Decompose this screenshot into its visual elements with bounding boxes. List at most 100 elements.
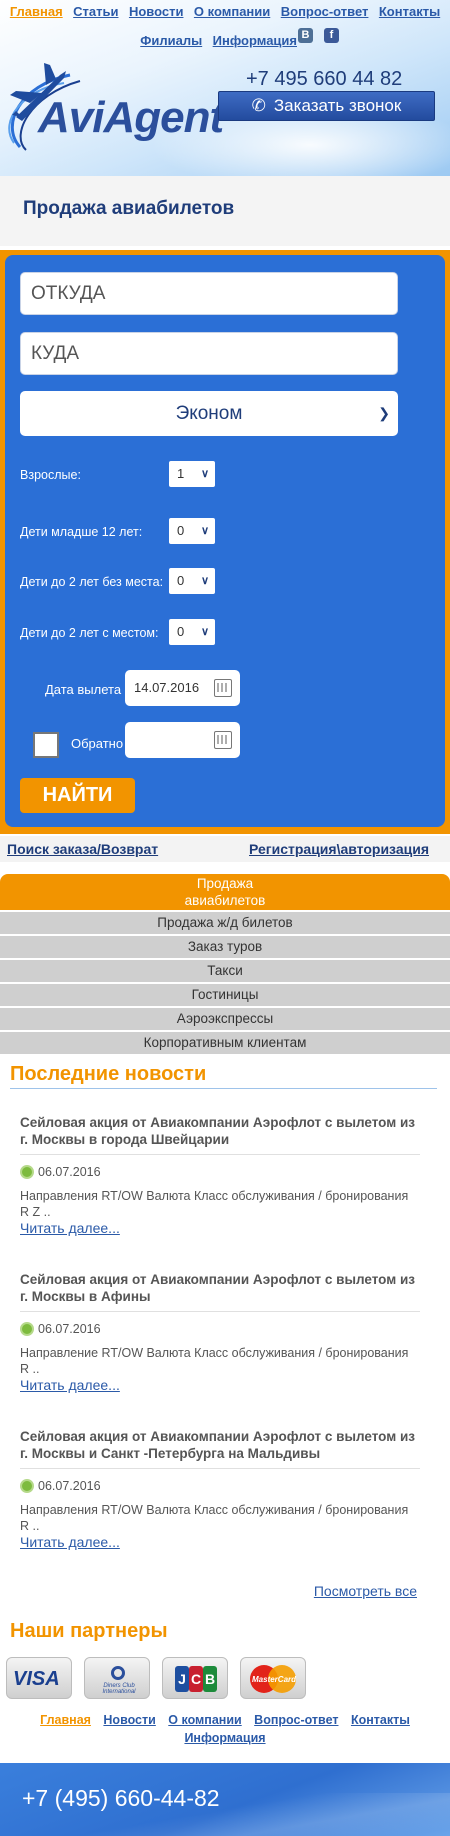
calendar-icon[interactable] — [214, 731, 232, 749]
diners-club-icon — [111, 1666, 125, 1680]
news-item-text: Направления RT/OW Валюта Класс обслужива… — [20, 1189, 409, 1219]
order-search-link[interactable]: Поиск заказа/Возврат — [7, 841, 158, 857]
footer: +7 (495) 660-44-82 — [0, 1763, 450, 1836]
news-title: Последние новости — [10, 1063, 207, 1085]
children-value: 0 — [177, 523, 185, 538]
return-date-input[interactable] — [125, 722, 240, 758]
news-item-date: 06.07.2016 — [20, 1321, 420, 1337]
jcb-logo[interactable]: JCB — [162, 1657, 228, 1699]
footer-nav-contacts[interactable]: Контакты — [351, 1713, 410, 1727]
children-label: Дети младше 12 лет: — [20, 525, 143, 539]
from-input[interactable]: ОТКУДА — [20, 272, 398, 315]
menu-item-label: Продажа авиабилетов — [184, 876, 266, 908]
page-title-bar: Продажа авиабилетов — [0, 176, 450, 246]
menu-item-corporate[interactable]: Корпоративным клиентам — [0, 1032, 450, 1054]
top-nav: Главная Статьи Новости О компании Вопрос… — [0, 2, 450, 48]
diners-club-text: Diners Club International — [102, 1683, 136, 1695]
clock-icon — [20, 1479, 34, 1493]
infants-noseat-value: 0 — [177, 573, 185, 588]
nav-contacts[interactable]: Контакты — [379, 2, 440, 22]
mastercard-icon: MasterCard — [250, 1665, 296, 1693]
nav-news[interactable]: Новости — [129, 2, 184, 22]
header-phone: +7 495 660 44 82 — [246, 68, 403, 90]
news-item-text: Направление RT/OW Валюта Класс обслужива… — [20, 1346, 409, 1376]
read-more-link[interactable]: Читать далее... — [20, 1534, 420, 1550]
phone-icon: ✆ — [251, 96, 266, 115]
nav-info[interactable]: Информация — [213, 31, 297, 51]
menu-item-trains[interactable]: Продажа ж/д билетов — [0, 912, 450, 934]
clock-icon — [20, 1165, 34, 1179]
infants-seat-select[interactable]: 0 ∨ — [169, 619, 215, 645]
logo[interactable]: AviAgent — [0, 55, 224, 155]
register-link[interactable]: Регистрация\авторизация — [249, 841, 429, 857]
vk-icon[interactable]: B — [298, 28, 313, 43]
children-select[interactable]: 0 ∨ — [169, 518, 215, 544]
logo-text: AviAgent — [38, 93, 224, 142]
mastercard-logo[interactable]: MasterCard — [240, 1657, 306, 1699]
footer-nav-news[interactable]: Новости — [103, 1713, 155, 1727]
menu-item-aeroexpress[interactable]: Аэроэкспрессы — [0, 1008, 450, 1030]
news-item-text: Направления RT/OW Валюта Класс обслужива… — [20, 1503, 409, 1533]
news-item: Сейловая акция от Авиакомпании Аэрофлот … — [20, 1271, 420, 1393]
calendar-icon[interactable] — [214, 679, 232, 697]
news-item-title[interactable]: Сейловая акция от Авиакомпании Аэрофлот … — [20, 1114, 420, 1155]
callback-label: Заказать звонок — [273, 96, 402, 115]
news-item: Сейловая акция от Авиакомпании Аэрофлот … — [20, 1428, 420, 1550]
news-item-title[interactable]: Сейловая акция от Авиакомпании Аэрофлот … — [20, 1428, 420, 1469]
return-checkbox[interactable] — [33, 732, 59, 758]
jcb-icon: JCB — [175, 1666, 217, 1692]
chevron-down-icon: ∨ — [200, 468, 209, 480]
return-label: Обратно — [71, 736, 124, 751]
infants-seat-value: 0 — [177, 624, 185, 639]
depart-label: Дата вылета — [45, 682, 122, 697]
news-divider — [10, 1088, 437, 1089]
chevron-down-icon: ❯ — [378, 405, 390, 421]
infants-noseat-label: Дети до 2 лет без места: — [20, 575, 164, 589]
footer-nav-faq[interactable]: Вопрос-ответ — [254, 1713, 338, 1727]
visa-text: VISA — [13, 1668, 60, 1690]
partners-title: Наши партнеры — [10, 1620, 168, 1642]
depart-date-input[interactable]: 14.07.2016 — [125, 670, 240, 706]
chevron-down-icon: ∨ — [200, 525, 209, 537]
footer-phone: +7 (495) 660-44-82 — [22, 1785, 220, 1811]
depart-date-value: 14.07.2016 — [134, 680, 200, 695]
nav-home[interactable]: Главная — [10, 2, 63, 22]
class-select-value: Эконом — [175, 403, 243, 424]
news-item-title[interactable]: Сейловая акция от Авиакомпании Аэрофлот … — [20, 1271, 420, 1312]
nav-branches[interactable]: Филиалы — [140, 31, 202, 51]
top-nav-row2: Филиалы Информация — [0, 31, 300, 51]
infants-noseat-select[interactable]: 0 ∨ — [169, 568, 215, 594]
chevron-down-icon: ∨ — [200, 626, 209, 638]
to-input[interactable]: КУДА — [20, 332, 398, 375]
callback-button[interactable]: ✆ Заказать звонок — [218, 91, 435, 121]
read-more-link[interactable]: Читать далее... — [20, 1377, 420, 1393]
flight-search-panel: ОТКУДА КУДА Эконом ❯ Взрослые: 1 ∨ Дети м… — [5, 255, 445, 827]
adults-select[interactable]: 1 ∨ — [169, 461, 215, 487]
chevron-down-icon: ∨ — [200, 575, 209, 587]
read-more-link[interactable]: Читать далее... — [20, 1220, 420, 1236]
account-links: Поиск заказа/Возврат Регистрация\авториз… — [0, 836, 450, 862]
adults-value: 1 — [177, 466, 185, 481]
menu-item-flights[interactable]: Продажа авиабилетов — [0, 874, 450, 910]
nav-articles[interactable]: Статьи — [73, 2, 118, 22]
diners-club-logo[interactable]: Diners Club International — [84, 1657, 150, 1699]
menu-item-hotels[interactable]: Гостиницы — [0, 984, 450, 1006]
footer-nav-about[interactable]: О компании — [168, 1713, 241, 1727]
services-menu: Продажа авиабилетов Продажа ж/д билетов З… — [0, 874, 450, 1056]
facebook-icon[interactable]: f — [324, 28, 339, 43]
menu-item-tours[interactable]: Заказ туров — [0, 936, 450, 958]
nav-about[interactable]: О компании — [194, 2, 270, 22]
infants-seat-label: Дети до 2 лет с местом: — [20, 626, 159, 640]
header: Главная Статьи Новости О компании Вопрос… — [0, 0, 450, 176]
see-all-news-link[interactable]: Посмотреть все — [314, 1583, 417, 1599]
visa-logo[interactable]: VISA — [6, 1657, 72, 1699]
class-select[interactable]: Эконом ❯ — [20, 391, 398, 436]
footer-nav-info[interactable]: Информация — [184, 1731, 265, 1745]
search-button[interactable]: НАЙТИ — [20, 778, 135, 813]
news-item-date: 06.07.2016 — [20, 1478, 420, 1494]
menu-item-taxi[interactable]: Такси — [0, 960, 450, 982]
nav-faq[interactable]: Вопрос-ответ — [281, 2, 369, 22]
clock-icon — [20, 1322, 34, 1336]
news-item: Сейловая акция от Авиакомпании Аэрофлот … — [20, 1114, 420, 1236]
footer-nav-home[interactable]: Главная — [40, 1713, 91, 1727]
